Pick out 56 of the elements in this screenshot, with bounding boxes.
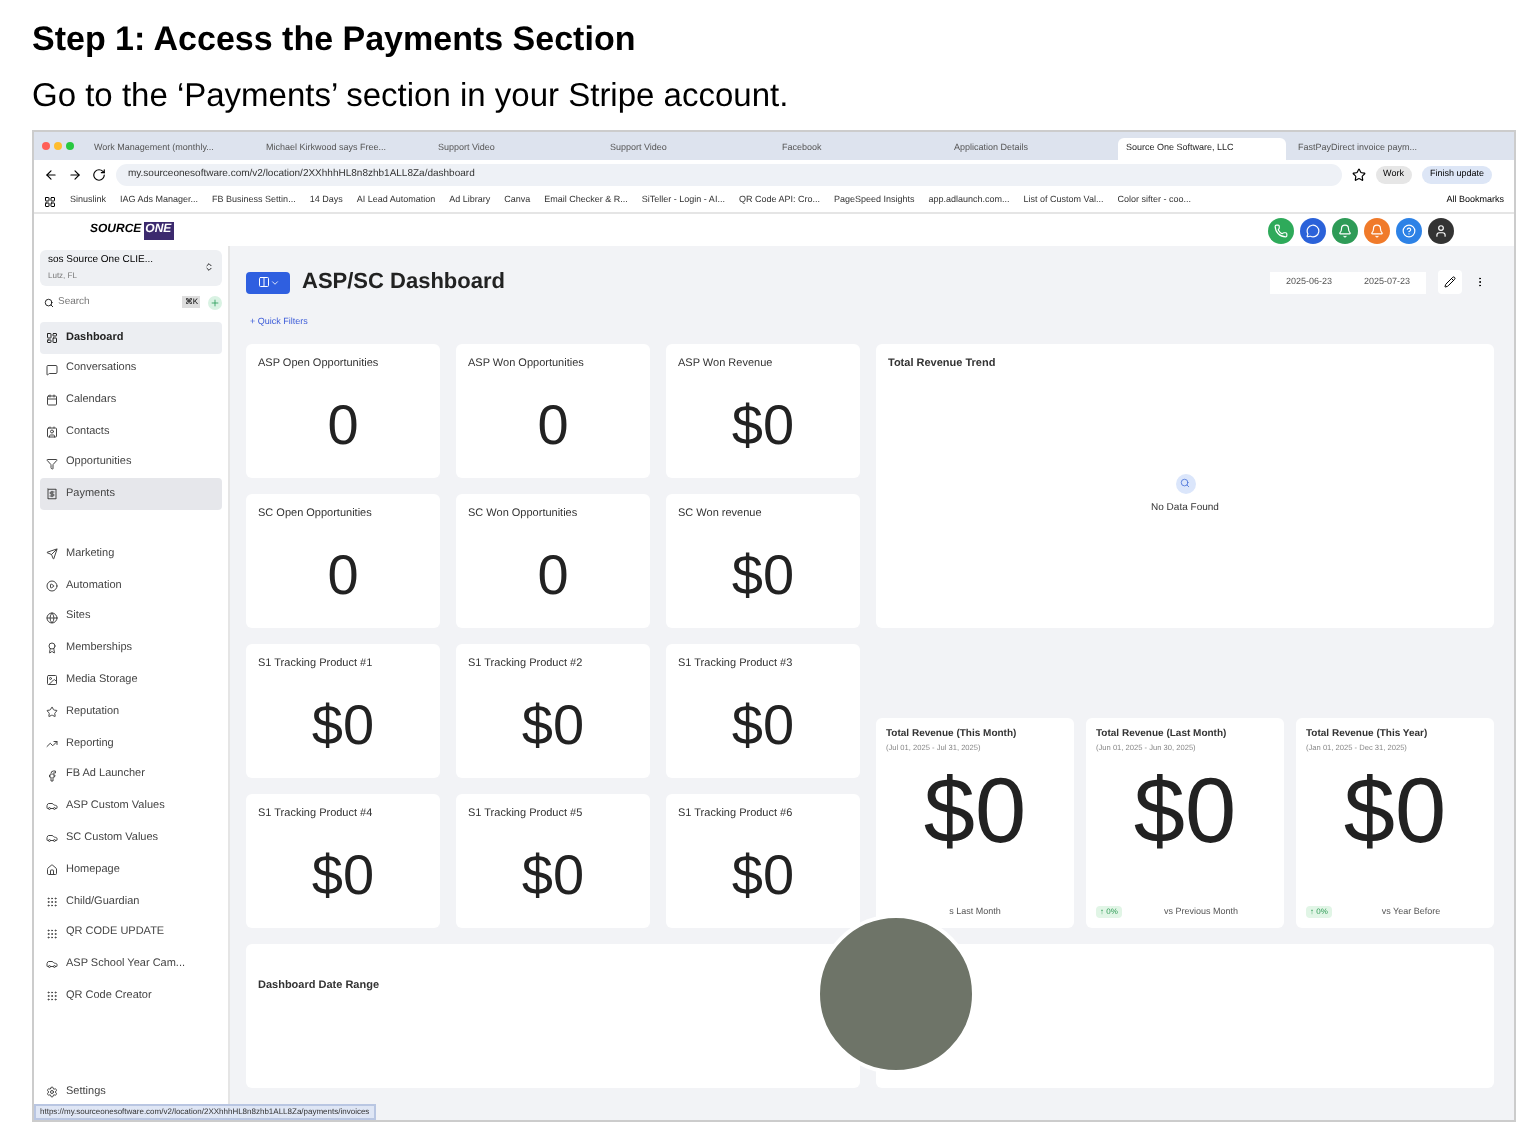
send-icon [46, 548, 58, 561]
edit-button[interactable] [1438, 270, 1462, 295]
bell-icon[interactable] [1332, 217, 1358, 243]
empty-state-icon [1175, 473, 1195, 494]
receipt-icon [46, 488, 58, 501]
instruction-text: Go to the ‘Payments’ section in your Stripe account. [32, 76, 791, 118]
globe-icon [46, 611, 58, 624]
chevron-icon [204, 262, 214, 273]
star-icon [1351, 168, 1366, 182]
car-icon [46, 800, 58, 813]
calendar-icon [46, 394, 58, 407]
card-value: $0 [731, 397, 795, 453]
card-value: $0 [731, 847, 795, 903]
card-value: 0 [537, 547, 569, 603]
phone-icon[interactable] [1268, 217, 1294, 243]
card-value: $0 [731, 697, 795, 753]
step-heading: Step 1: Access the Payments Section [32, 18, 638, 62]
image-icon [46, 674, 58, 687]
add-button[interactable] [208, 295, 222, 310]
settings-icon [46, 1085, 58, 1098]
card-value: $0 [521, 847, 585, 903]
avatar-icon[interactable] [1428, 217, 1454, 243]
pencil-icon [1444, 276, 1456, 289]
card-value: $0 [923, 764, 1027, 857]
reload-icon [92, 168, 106, 182]
dashboard-title: ASP/SC Dashboard [302, 268, 505, 298]
award-icon [46, 642, 58, 655]
card-value: $0 [311, 697, 375, 753]
dashboard-switcher-button[interactable] [246, 271, 290, 294]
help-icon[interactable] [1396, 217, 1422, 243]
card-value: $0 [311, 847, 375, 903]
apps-grid-icon [44, 195, 56, 207]
car-icon [46, 832, 58, 845]
card-value: 0 [537, 397, 569, 453]
house-icon [46, 863, 58, 876]
contact-card-icon [46, 425, 58, 438]
car-icon [46, 958, 58, 971]
back-arrow-icon [44, 168, 58, 182]
layout-icon [257, 276, 269, 289]
card-value: $0 [1343, 764, 1447, 857]
forward-arrow-icon [68, 168, 82, 182]
card-value: 0 [327, 547, 359, 603]
star-icon [46, 706, 58, 718]
trend-line-icon [46, 737, 58, 750]
card-value: 0 [327, 397, 359, 453]
play-circle-icon [46, 579, 58, 592]
facebook-icon [46, 769, 58, 782]
dashboard-icon [46, 331, 58, 344]
funnel-icon [46, 457, 58, 470]
card-value: $0 [521, 697, 585, 753]
card-value: $0 [1133, 764, 1237, 857]
search-icon [44, 297, 54, 308]
caret-icon [269, 277, 279, 288]
card-value: $0 [731, 547, 795, 603]
chat-bubble-icon [46, 363, 58, 376]
chat-icon[interactable] [1300, 217, 1326, 243]
